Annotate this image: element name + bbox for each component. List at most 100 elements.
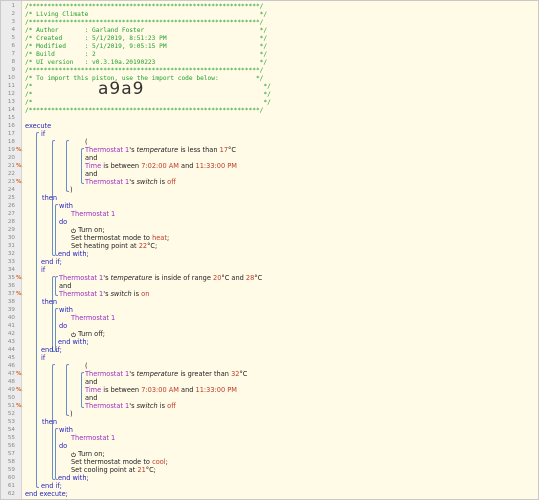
- line-number: 52: [7, 411, 15, 417]
- do-statement[interactable]: do: [59, 322, 67, 330]
- action-task[interactable]: Set heating point at 22°C;: [71, 242, 157, 250]
- device-list[interactable]: Thermostat 1: [71, 434, 115, 442]
- condition-flag-icon[interactable]: %: [16, 370, 22, 378]
- execute-keyword: execute: [25, 122, 52, 130]
- condition[interactable]: Thermostat 1's switch is off: [85, 402, 176, 410]
- device-list[interactable]: Thermostat 1: [71, 314, 115, 322]
- line-number: 34: [7, 267, 15, 273]
- line-number: 1: [11, 3, 15, 9]
- line-number: 39: [7, 307, 15, 313]
- if-statement[interactable]: if: [41, 130, 45, 138]
- line-number: 40: [7, 315, 15, 321]
- line-number: 46: [7, 363, 15, 369]
- value: 28: [245, 274, 255, 282]
- with-statement[interactable]: with: [59, 426, 73, 434]
- action-task[interactable]: Set thermostat mode to cool;: [71, 458, 168, 466]
- line-number: 27: [7, 211, 15, 217]
- do-statement[interactable]: do: [59, 218, 67, 226]
- condition[interactable]: Thermostat 1's temperature is greater th…: [85, 370, 247, 378]
- condition-flag-icon[interactable]: %: [16, 178, 22, 186]
- device-reference[interactable]: Thermostat 1: [85, 146, 129, 154]
- line-number: 58: [7, 459, 15, 465]
- action-task[interactable]: Turn on;: [71, 450, 105, 458]
- line-number: 19: [7, 147, 15, 153]
- line-number: 55: [7, 435, 15, 441]
- line-number: 26: [7, 203, 15, 209]
- device-reference[interactable]: Thermostat 1: [59, 274, 103, 282]
- device-reference[interactable]: Thermostat 1: [59, 290, 103, 298]
- line-number: 20: [7, 155, 15, 161]
- line-number: 7: [11, 51, 15, 57]
- line-number: 42: [7, 331, 15, 337]
- device-reference[interactable]: Thermostat 1: [85, 402, 129, 410]
- condition[interactable]: Thermostat 1's switch is on: [59, 290, 149, 298]
- action-task[interactable]: Set thermostat mode to heat;: [71, 234, 169, 242]
- line-number: 38: [7, 299, 15, 305]
- line-number: 47: [7, 371, 15, 377]
- line-number: 35: [7, 275, 15, 281]
- piston-code-area[interactable]: /***************************************…: [22, 1, 538, 499]
- line-number: 53: [7, 419, 15, 425]
- line-number: 62: [7, 491, 15, 497]
- if-statement[interactable]: if: [41, 354, 45, 362]
- end-if: end if;: [41, 346, 62, 354]
- with-bracket: [55, 428, 58, 480]
- line-number: 18: [7, 139, 15, 145]
- line-number: 48: [7, 379, 15, 385]
- if-keyword: if: [41, 130, 46, 138]
- condition[interactable]: Time is between 7:03:00 AM and 11:33:00 …: [85, 386, 237, 394]
- line-number: 41: [7, 323, 15, 329]
- then-statement[interactable]: then: [42, 298, 57, 306]
- value: 11:33:00 PM: [195, 162, 237, 170]
- condition-flag-icon[interactable]: %: [16, 274, 22, 282]
- device-reference[interactable]: Thermostat 1: [85, 370, 129, 378]
- with-statement[interactable]: with: [59, 202, 73, 210]
- time-reference[interactable]: Time: [85, 386, 101, 394]
- header-comment: /* Living Climate */: [25, 11, 268, 18]
- condition-group-bracket: [55, 276, 58, 296]
- action-task[interactable]: Turn on;: [71, 226, 105, 234]
- line-number: 44: [7, 347, 15, 353]
- line-number: 11: [7, 83, 15, 89]
- do-statement[interactable]: do: [59, 442, 67, 450]
- statement[interactable]: execute: [25, 122, 51, 130]
- action-task[interactable]: Set cooling point at 21°C;: [71, 466, 156, 474]
- action-task[interactable]: Turn off;: [71, 330, 105, 338]
- condition-group-bracket: [66, 364, 69, 416]
- device-reference[interactable]: Thermostat 1: [71, 314, 115, 322]
- condition[interactable]: Thermostat 1's temperature is less than …: [85, 146, 236, 154]
- value: 7:03:00 AM: [141, 386, 179, 394]
- condition-flag-icon[interactable]: %: [16, 146, 22, 154]
- header-comment-line: /***************************************…: [25, 66, 263, 74]
- condition-flag-icon[interactable]: %: [16, 386, 22, 394]
- device-list[interactable]: Thermostat 1: [71, 210, 115, 218]
- code-editor[interactable]: 1 2 3 4 5 6 7 8 9 10 11 12 13 14 15 16 17 18 19% 20 21% 22 23%…: [0, 0, 539, 500]
- then-statement[interactable]: then: [42, 418, 57, 426]
- condition-flag-icon[interactable]: %: [16, 290, 22, 298]
- condition[interactable]: Thermostat 1's temperature is inside of …: [59, 274, 262, 282]
- condition-flag-icon[interactable]: %: [16, 162, 22, 170]
- value: 20: [213, 274, 222, 282]
- condition[interactable]: Thermostat 1's switch is off: [85, 178, 176, 186]
- attribute-name: switch: [136, 402, 158, 410]
- device-reference[interactable]: Thermostat 1: [71, 434, 115, 442]
- with-statement[interactable]: with: [59, 306, 73, 314]
- line-number: 4: [11, 27, 15, 33]
- header-comment: /***************************************…: [25, 107, 264, 114]
- device-reference[interactable]: Thermostat 1: [85, 178, 129, 186]
- operator: and: [85, 170, 98, 178]
- header-comment: /* Created : 5/1/2019, 8:51:23 PM */: [25, 35, 268, 42]
- if-statement[interactable]: if: [41, 266, 45, 274]
- time-reference[interactable]: Time: [85, 162, 101, 170]
- line-number: 31: [7, 243, 15, 249]
- header-comment: /***************************************…: [25, 19, 264, 26]
- condition-flag-icon[interactable]: %: [16, 402, 22, 410]
- value: cool: [152, 458, 166, 466]
- keyword: end with;: [58, 250, 89, 258]
- line-number: 57: [7, 451, 15, 457]
- header-comment: /* Modified : 5/1/2019, 9:05:15 PM */: [25, 43, 268, 50]
- device-reference[interactable]: Thermostat 1: [71, 210, 115, 218]
- then-statement[interactable]: then: [42, 194, 57, 202]
- line-number: 25: [7, 195, 15, 201]
- condition[interactable]: Time is between 7:02:00 AM and 11:33:00 …: [85, 162, 237, 170]
